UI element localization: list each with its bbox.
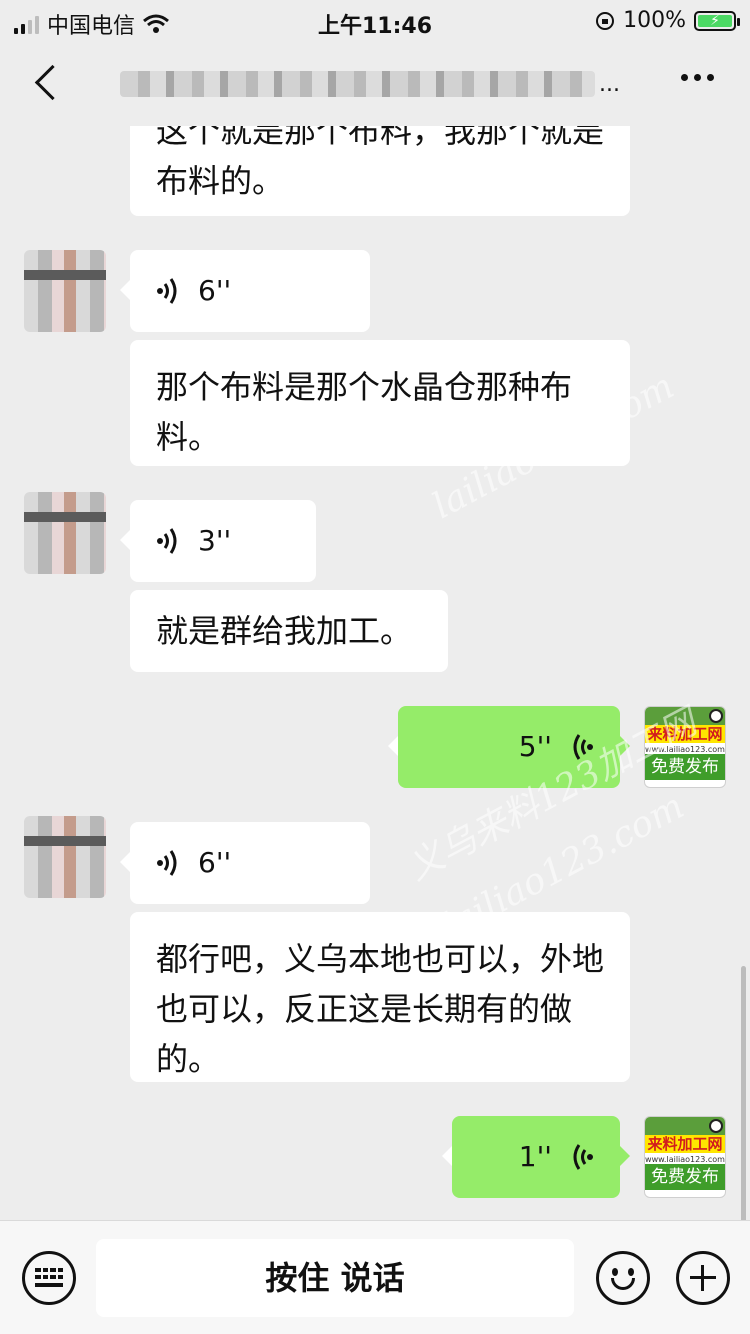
avatar-site-text: www.lailiao123.com <box>645 745 725 754</box>
status-right: 100% ⚡ <box>595 8 740 33</box>
battery-icon: ⚡ <box>694 10 740 31</box>
message-bubble-voice-mine[interactable]: 5'' <box>388 706 630 788</box>
message-bubble-text[interactable]: 就是群给我加工。 <box>130 590 448 672</box>
voice-duration: 6'' <box>198 274 232 307</box>
plus-button[interactable] <box>676 1251 730 1305</box>
voice-duration: 5'' <box>518 730 552 763</box>
message-bubble-voice[interactable]: 6'' <box>120 250 370 332</box>
contact-avatar[interactable] <box>24 250 106 332</box>
hold-to-talk-button[interactable]: 按住 说话 <box>96 1239 574 1317</box>
message-bubble-voice[interactable]: 3'' <box>120 500 316 582</box>
more-icon <box>681 74 688 81</box>
keyboard-icon <box>35 1268 63 1288</box>
my-avatar[interactable]: 来料加工网 www.lailiao123.com 免费发布 <box>644 706 726 788</box>
avatar-site-text: www.lailiao123.com <box>645 1155 725 1164</box>
keyboard-button[interactable] <box>22 1251 76 1305</box>
status-bar: 中国电信 上午11:46 100% ⚡ <box>0 0 750 44</box>
chat-title-blurred <box>120 71 596 97</box>
voice-duration: 6'' <box>198 846 232 879</box>
voice-duration: 3'' <box>198 524 232 557</box>
avatar-tagline: 免费发布 <box>645 754 725 780</box>
voice-duration: 1'' <box>518 1140 552 1173</box>
back-button[interactable] <box>30 62 70 102</box>
voice-wave-icon <box>157 850 177 876</box>
contact-avatar[interactable] <box>24 816 106 898</box>
message-bubble-text[interactable]: 都行吧，义乌本地也可以，外地也可以，反正这是长期有的做的。 <box>130 912 630 1082</box>
input-bar: 按住 说话 <box>0 1220 750 1334</box>
contact-avatar[interactable] <box>24 492 106 574</box>
voice-wave-icon <box>157 278 177 304</box>
voice-wave-icon <box>573 734 593 760</box>
avatar-tagline: 免费发布 <box>645 1164 725 1190</box>
message-list[interactable]: 这个就是那个布料，我那个就是布料的。 6'' 那个布料是那个水晶仓那种布料。 3… <box>0 126 750 1220</box>
message-bubble-text[interactable]: 那个布料是那个水晶仓那种布料。 <box>130 340 630 466</box>
chat-header: ... <box>0 44 750 126</box>
message-bubble-voice[interactable]: 6'' <box>120 822 370 904</box>
message-bubble-text[interactable]: 这个就是那个布料，我那个就是布料的。 <box>130 126 630 216</box>
avatar-brand-text: 来料加工网 <box>645 1135 725 1153</box>
message-bubble-voice-mine[interactable]: 1'' <box>442 1116 630 1198</box>
my-avatar[interactable]: 来料加工网 www.lailiao123.com 免费发布 <box>644 1116 726 1198</box>
battery-percent: 100% <box>623 8 686 33</box>
voice-wave-icon <box>157 528 177 554</box>
voice-wave-icon <box>573 1144 593 1170</box>
chat-title: ... <box>120 68 620 100</box>
emoji-button[interactable] <box>596 1251 650 1305</box>
rotation-lock-icon <box>596 11 615 30</box>
scrollbar[interactable] <box>741 966 746 1220</box>
more-button[interactable] <box>681 74 714 81</box>
chat-title-ellipsis: ... <box>599 71 620 97</box>
avatar-brand-text: 来料加工网 <box>645 725 725 743</box>
